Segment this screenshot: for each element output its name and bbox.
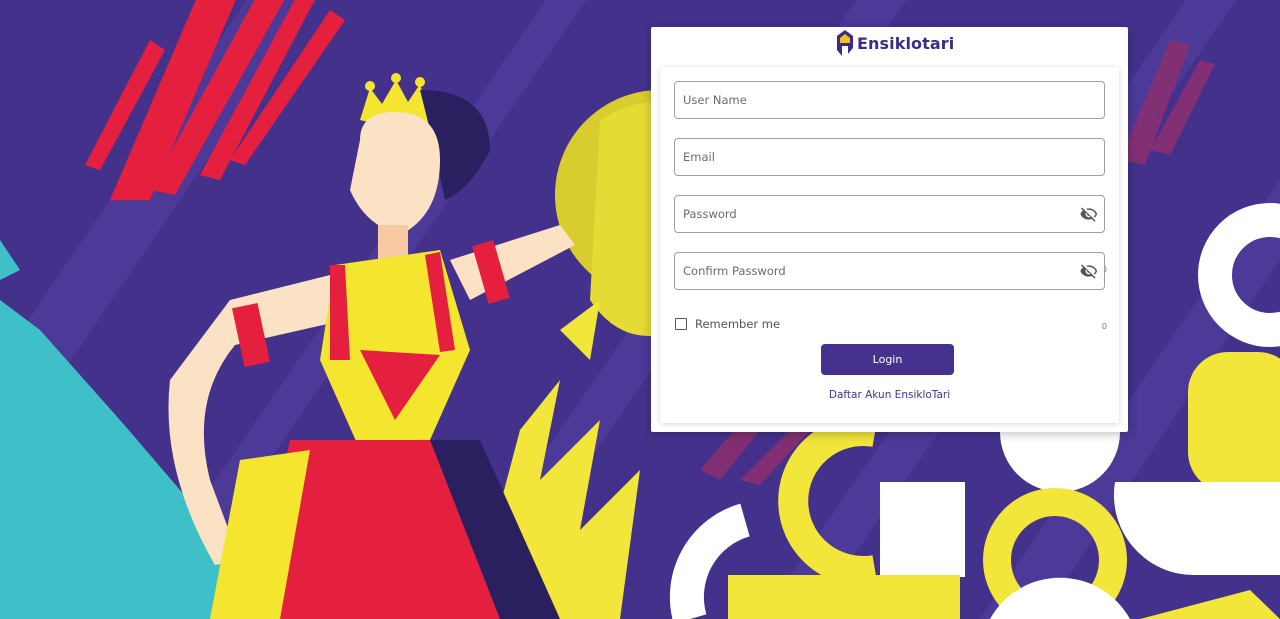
brand-logo: Ensiklotari bbox=[835, 27, 954, 59]
login-button[interactable]: Login bbox=[821, 344, 954, 375]
remember-me-checkbox[interactable] bbox=[675, 318, 687, 330]
email-input[interactable] bbox=[675, 139, 1104, 175]
login-form: 0 0 Remember me Login Daftar Akun Ensikl… bbox=[660, 67, 1119, 423]
register-account-link[interactable]: Daftar Akun EnsikloTari bbox=[660, 389, 1119, 401]
eye-off-icon[interactable] bbox=[1080, 205, 1098, 223]
login-card: Ensiklotari 0 0 Remember me bbox=[651, 27, 1128, 432]
password-field-wrapper bbox=[674, 195, 1105, 233]
password-input[interactable] bbox=[675, 196, 1104, 232]
username-field-wrapper bbox=[674, 81, 1105, 119]
eye-off-icon[interactable] bbox=[1080, 262, 1098, 280]
brand-name: Ensiklotari bbox=[857, 33, 955, 53]
confirm-password-field-wrapper bbox=[674, 252, 1105, 290]
ensiklotari-logo-icon bbox=[837, 30, 853, 56]
username-input[interactable] bbox=[675, 82, 1104, 118]
confirm-password-input[interactable] bbox=[675, 253, 1104, 289]
email-field-wrapper bbox=[674, 138, 1105, 176]
confirm-password-char-counter: 0 bbox=[1101, 322, 1107, 331]
remember-me-label[interactable]: Remember me bbox=[695, 317, 780, 331]
remember-me-row: Remember me bbox=[675, 317, 780, 331]
